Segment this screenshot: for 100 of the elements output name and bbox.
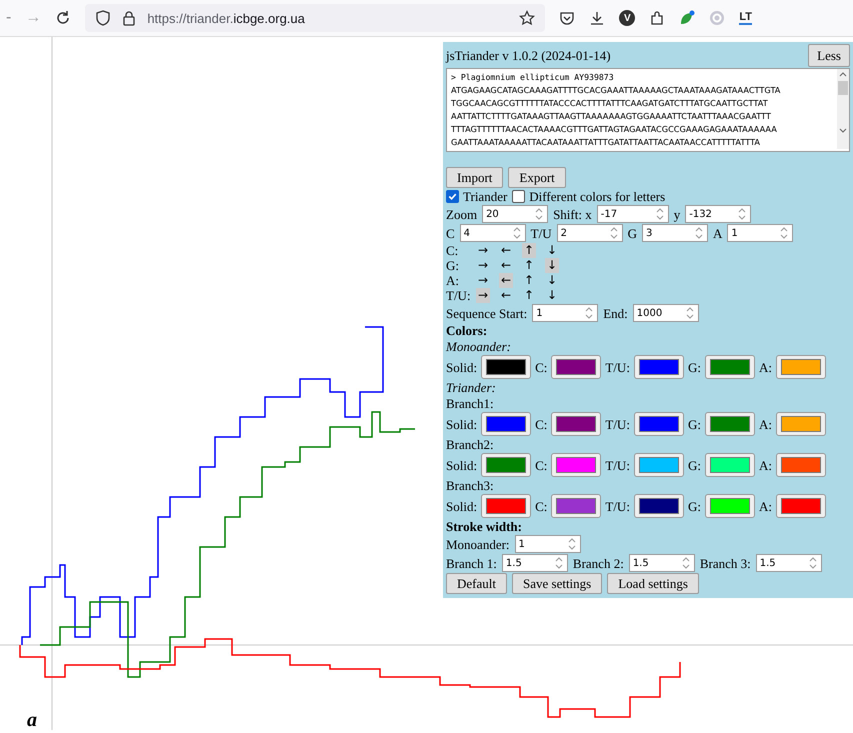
leaf-icon[interactable] — [679, 10, 696, 26]
settings-button[interactable]: Save settings — [512, 573, 602, 594]
swatch-label: T/U: — [605, 458, 630, 472]
shift-y-label: y — [674, 206, 680, 222]
color-picker[interactable] — [776, 494, 826, 518]
group-heading: Triander: — [446, 380, 497, 395]
color-picker[interactable] — [551, 412, 602, 436]
spinner-icon[interactable] — [656, 208, 664, 220]
color-picker[interactable] — [776, 355, 826, 379]
color-picker[interactable] — [704, 453, 755, 477]
sequence-start-label: Sequence Start: — [446, 306, 528, 320]
color-picker[interactable] — [551, 453, 602, 477]
swatch-label: C: — [535, 416, 548, 432]
download-icon[interactable] — [589, 10, 606, 26]
weight-field[interactable]: 2 — [556, 224, 623, 242]
color-picker[interactable] — [776, 412, 826, 436]
color-picker[interactable] — [634, 355, 684, 379]
direction-label: T/U: — [446, 288, 472, 303]
spinner-icon[interactable] — [585, 307, 594, 319]
swatch-label: C: — [535, 458, 548, 472]
spinner-icon[interactable] — [686, 307, 694, 319]
color-picker[interactable] — [551, 494, 602, 518]
color-picker[interactable] — [704, 355, 755, 379]
direction-label: A: — [446, 273, 460, 288]
spinner-icon[interactable] — [695, 227, 704, 239]
direction-label: C: — [446, 243, 460, 258]
direction-arrow[interactable]: → — [476, 273, 490, 288]
direction-arrow[interactable]: ↓ — [545, 273, 559, 288]
direction-arrow[interactable]: ↓ — [545, 243, 559, 258]
checkbox[interactable] — [512, 190, 526, 203]
colors-heading: Colors: — [446, 323, 488, 338]
swatch-label: A: — [758, 416, 772, 432]
branch-width-field[interactable]: 1.5 — [628, 554, 695, 572]
shift-x-label: Shift: x — [553, 206, 592, 222]
spinner-icon[interactable] — [808, 557, 817, 569]
export-button[interactable]: Export — [508, 167, 566, 188]
color-picker[interactable] — [634, 453, 684, 477]
settings-button[interactable]: Load settings — [607, 573, 699, 594]
color-picker[interactable] — [481, 453, 532, 477]
pocket-icon[interactable] — [559, 10, 576, 26]
reload-icon[interactable] — [55, 10, 72, 26]
direction-arrow[interactable]: ↓ — [545, 288, 559, 303]
spinner-icon[interactable] — [568, 538, 576, 550]
shift-y-field[interactable]: -132 — [685, 205, 752, 223]
swatch-label: G: — [688, 416, 701, 432]
spinner-icon[interactable] — [512, 227, 521, 239]
puzzle-icon[interactable] — [649, 10, 666, 26]
weight-field[interactable]: 3 — [642, 224, 708, 242]
checkbox[interactable] — [446, 190, 459, 203]
direction-arrow[interactable]: ← — [499, 243, 513, 258]
direction-arrow[interactable]: ↑ — [522, 273, 536, 288]
weight-field[interactable]: 1 — [727, 224, 794, 242]
color-picker[interactable] — [481, 355, 532, 379]
scrollbar-icon[interactable] — [837, 69, 849, 149]
shield-icon[interactable] — [95, 10, 112, 26]
color-picker[interactable] — [776, 453, 826, 477]
sequence-end-field[interactable]: 1000 — [632, 304, 699, 322]
panel-title: jsTriander v 1.0.2 (2024-01-14) — [446, 48, 611, 63]
swatch-label: A: — [758, 360, 772, 374]
address-bar[interactable]: https://triander.icbge.org.ua — [85, 4, 546, 32]
import-button[interactable]: Import — [446, 167, 504, 188]
branch-width-field[interactable]: 1.5 — [756, 554, 822, 572]
less-button[interactable]: Less — [808, 44, 850, 67]
color-picker[interactable] — [704, 494, 755, 518]
direction-arrow[interactable]: ← — [499, 288, 513, 303]
direction-arrow[interactable]: ↑ — [522, 288, 536, 303]
direction-arrow[interactable]: ↑ — [522, 258, 536, 273]
color-picker[interactable] — [481, 412, 532, 436]
color-picker[interactable] — [551, 355, 602, 379]
direction-arrow[interactable]: → — [476, 243, 490, 258]
sequence-textarea[interactable] — [446, 68, 850, 152]
branch-width-field[interactable]: 1.5 — [502, 554, 568, 572]
zoom-field[interactable]: 20 — [482, 205, 548, 223]
color-picker[interactable] — [634, 412, 684, 436]
spinner-icon[interactable] — [738, 208, 746, 220]
spinner-icon[interactable] — [535, 208, 544, 220]
spinner-icon[interactable] — [610, 227, 618, 239]
url-text: https://triander.icbge.org.ua — [147, 10, 305, 26]
weight-label: C — [446, 226, 455, 240]
swatch-label: Solid: — [446, 458, 478, 472]
weight-field[interactable]: 4 — [460, 224, 526, 242]
monoander-label: Monoander: — [446, 536, 510, 552]
star-icon[interactable] — [519, 10, 536, 26]
settings-button[interactable]: Default — [446, 573, 507, 594]
sequence-start-field[interactable]: 1 — [532, 304, 598, 322]
swatch-label: C: — [535, 360, 548, 374]
extension-icon[interactable]: V — [619, 10, 636, 26]
swatch-label: A: — [758, 498, 772, 514]
swatch-label: T/U: — [605, 498, 630, 514]
color-picker[interactable] — [634, 494, 684, 518]
spinner-icon[interactable] — [682, 557, 690, 569]
color-picker[interactable] — [704, 412, 755, 436]
shift-x-field[interactable]: -17 — [596, 205, 669, 223]
spinner-icon[interactable] — [780, 227, 788, 239]
direction-arrow[interactable]: ← — [499, 258, 513, 273]
spinner-icon[interactable] — [554, 557, 563, 569]
color-picker[interactable] — [481, 494, 532, 518]
monoander-field[interactable]: 1 — [514, 535, 581, 553]
weight-label: T/U — [530, 226, 552, 240]
direction-arrow[interactable]: → — [476, 258, 490, 273]
